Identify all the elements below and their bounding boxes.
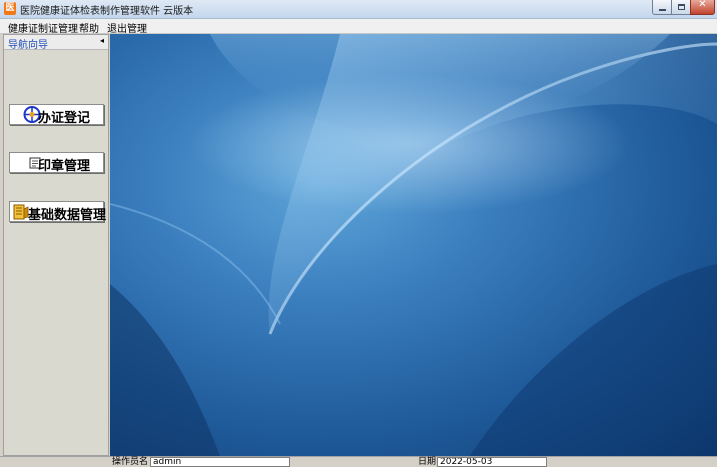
menu-logout[interactable]: 退出管理 — [107, 20, 147, 35]
seal-management-button[interactable]: 印章管理 — [9, 152, 104, 174]
maximize-button[interactable] — [671, 0, 691, 15]
window-title: 医院健康证体检表制作管理软件 云版本 — [20, 6, 194, 17]
basic-data-button[interactable]: 基础数据管理 — [9, 201, 107, 223]
minimize-button[interactable] — [652, 0, 672, 15]
app-icon: 医 — [4, 2, 16, 15]
wallpaper-image — [110, 34, 717, 456]
seal-management-label: 印章管理 — [38, 159, 91, 174]
close-button[interactable]: ✕ — [690, 0, 715, 15]
nav-title: 导航向导 — [8, 40, 48, 51]
desktop-background — [110, 34, 717, 456]
close-icon: ✕ — [698, 0, 707, 10]
menu-health-cert[interactable]: 健康证制证管理 — [8, 20, 78, 35]
collapse-icon[interactable]: ◂ — [100, 36, 104, 45]
register-label: 办证登记 — [38, 111, 91, 126]
status-bar: 操作员名 admin 日期 2022-05-03 — [0, 456, 717, 467]
maximize-icon — [678, 4, 685, 10]
navigation-panel: 导航向导 ◂ 办证登记 印章管理 基础数据管理 — [3, 34, 109, 456]
basic-data-label: 基础数据管理 — [28, 208, 107, 223]
menu-bar: 健康证制证管理 帮助 退出管理 — [0, 19, 717, 35]
minimize-icon — [659, 9, 666, 11]
register-button[interactable]: 办证登记 — [9, 104, 104, 126]
nav-header: 导航向导 ◂ — [4, 35, 108, 51]
database-icon — [13, 204, 29, 220]
title-bar[interactable]: 医 医院健康证体检表制作管理软件 云版本 ✕ — [0, 0, 717, 19]
menu-help[interactable]: 帮助 — [79, 20, 99, 35]
